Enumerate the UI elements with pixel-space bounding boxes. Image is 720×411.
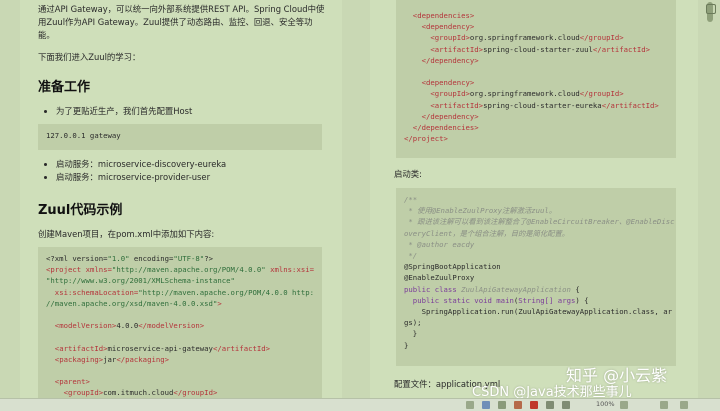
status-bar: 100%	[0, 398, 720, 411]
bookmark-icon[interactable]	[706, 4, 716, 14]
pom-code-block: <?xml version="1.0" encoding="UTF-8"?> <…	[38, 247, 322, 398]
zoom-out-icon[interactable]	[620, 401, 628, 409]
intro-line-2: 用Zuul作为API Gateway。Zuul提供了动态路由、监控、回退、安全等…	[38, 17, 313, 27]
example-intro: 创建Maven项目，在pom.xml中添加如下内容:	[38, 229, 215, 239]
lead-text: 下面我们进入Zuul的学习：	[38, 52, 141, 62]
print-icon[interactable]	[498, 401, 506, 409]
startup-label: 启动类:	[394, 169, 422, 179]
startup-code-block: /** * 使用@EnableZuulProxy注解激活zuul。 * 跟进该注…	[396, 188, 676, 366]
services-list: 启动服务：microservice-discovery-eureka 启动服务：…	[40, 158, 226, 184]
host-code-block: 127.0.0.1 gateway	[38, 124, 322, 150]
intro-line-3: 能。	[38, 30, 55, 40]
vertical-scrollbar[interactable]	[704, 0, 716, 398]
save-icon[interactable]	[482, 401, 490, 409]
zoom-in-icon[interactable]	[660, 401, 668, 409]
host-code-text: 127.0.0.1 gateway	[46, 131, 121, 140]
view-icon[interactable]	[546, 401, 554, 409]
prep-heading: 准备工作	[38, 80, 91, 95]
share-icon[interactable]	[514, 401, 522, 409]
record-icon[interactable]	[530, 401, 538, 409]
page-icon[interactable]	[466, 401, 474, 409]
dependencies-code-block: <dependencies> <dependency> <groupId>org…	[396, 0, 676, 158]
zoom-level[interactable]: 100%	[596, 400, 615, 408]
layout-icon[interactable]	[562, 401, 570, 409]
document-page-right: <dependencies> <dependency> <groupId>org…	[370, 0, 698, 398]
prep-bullet: 为了更贴近生产，我们首先配置Host	[56, 105, 192, 118]
document-page-left: 通过API Gateway，可以统一向外部系统提供REST API。Spring…	[20, 0, 342, 398]
fullscreen-icon[interactable]	[680, 401, 688, 409]
intro-line-1: 通过API Gateway，可以统一向外部系统提供REST API。Spring…	[38, 4, 325, 14]
service-item-eureka: 启动服务：microservice-discovery-eureka	[56, 158, 226, 171]
service-item-provider: 启动服务：microservice-provider-user	[56, 171, 226, 184]
example-heading: Zuul代码示例	[38, 203, 123, 218]
prep-list: 为了更贴近生产，我们首先配置Host	[40, 105, 192, 118]
